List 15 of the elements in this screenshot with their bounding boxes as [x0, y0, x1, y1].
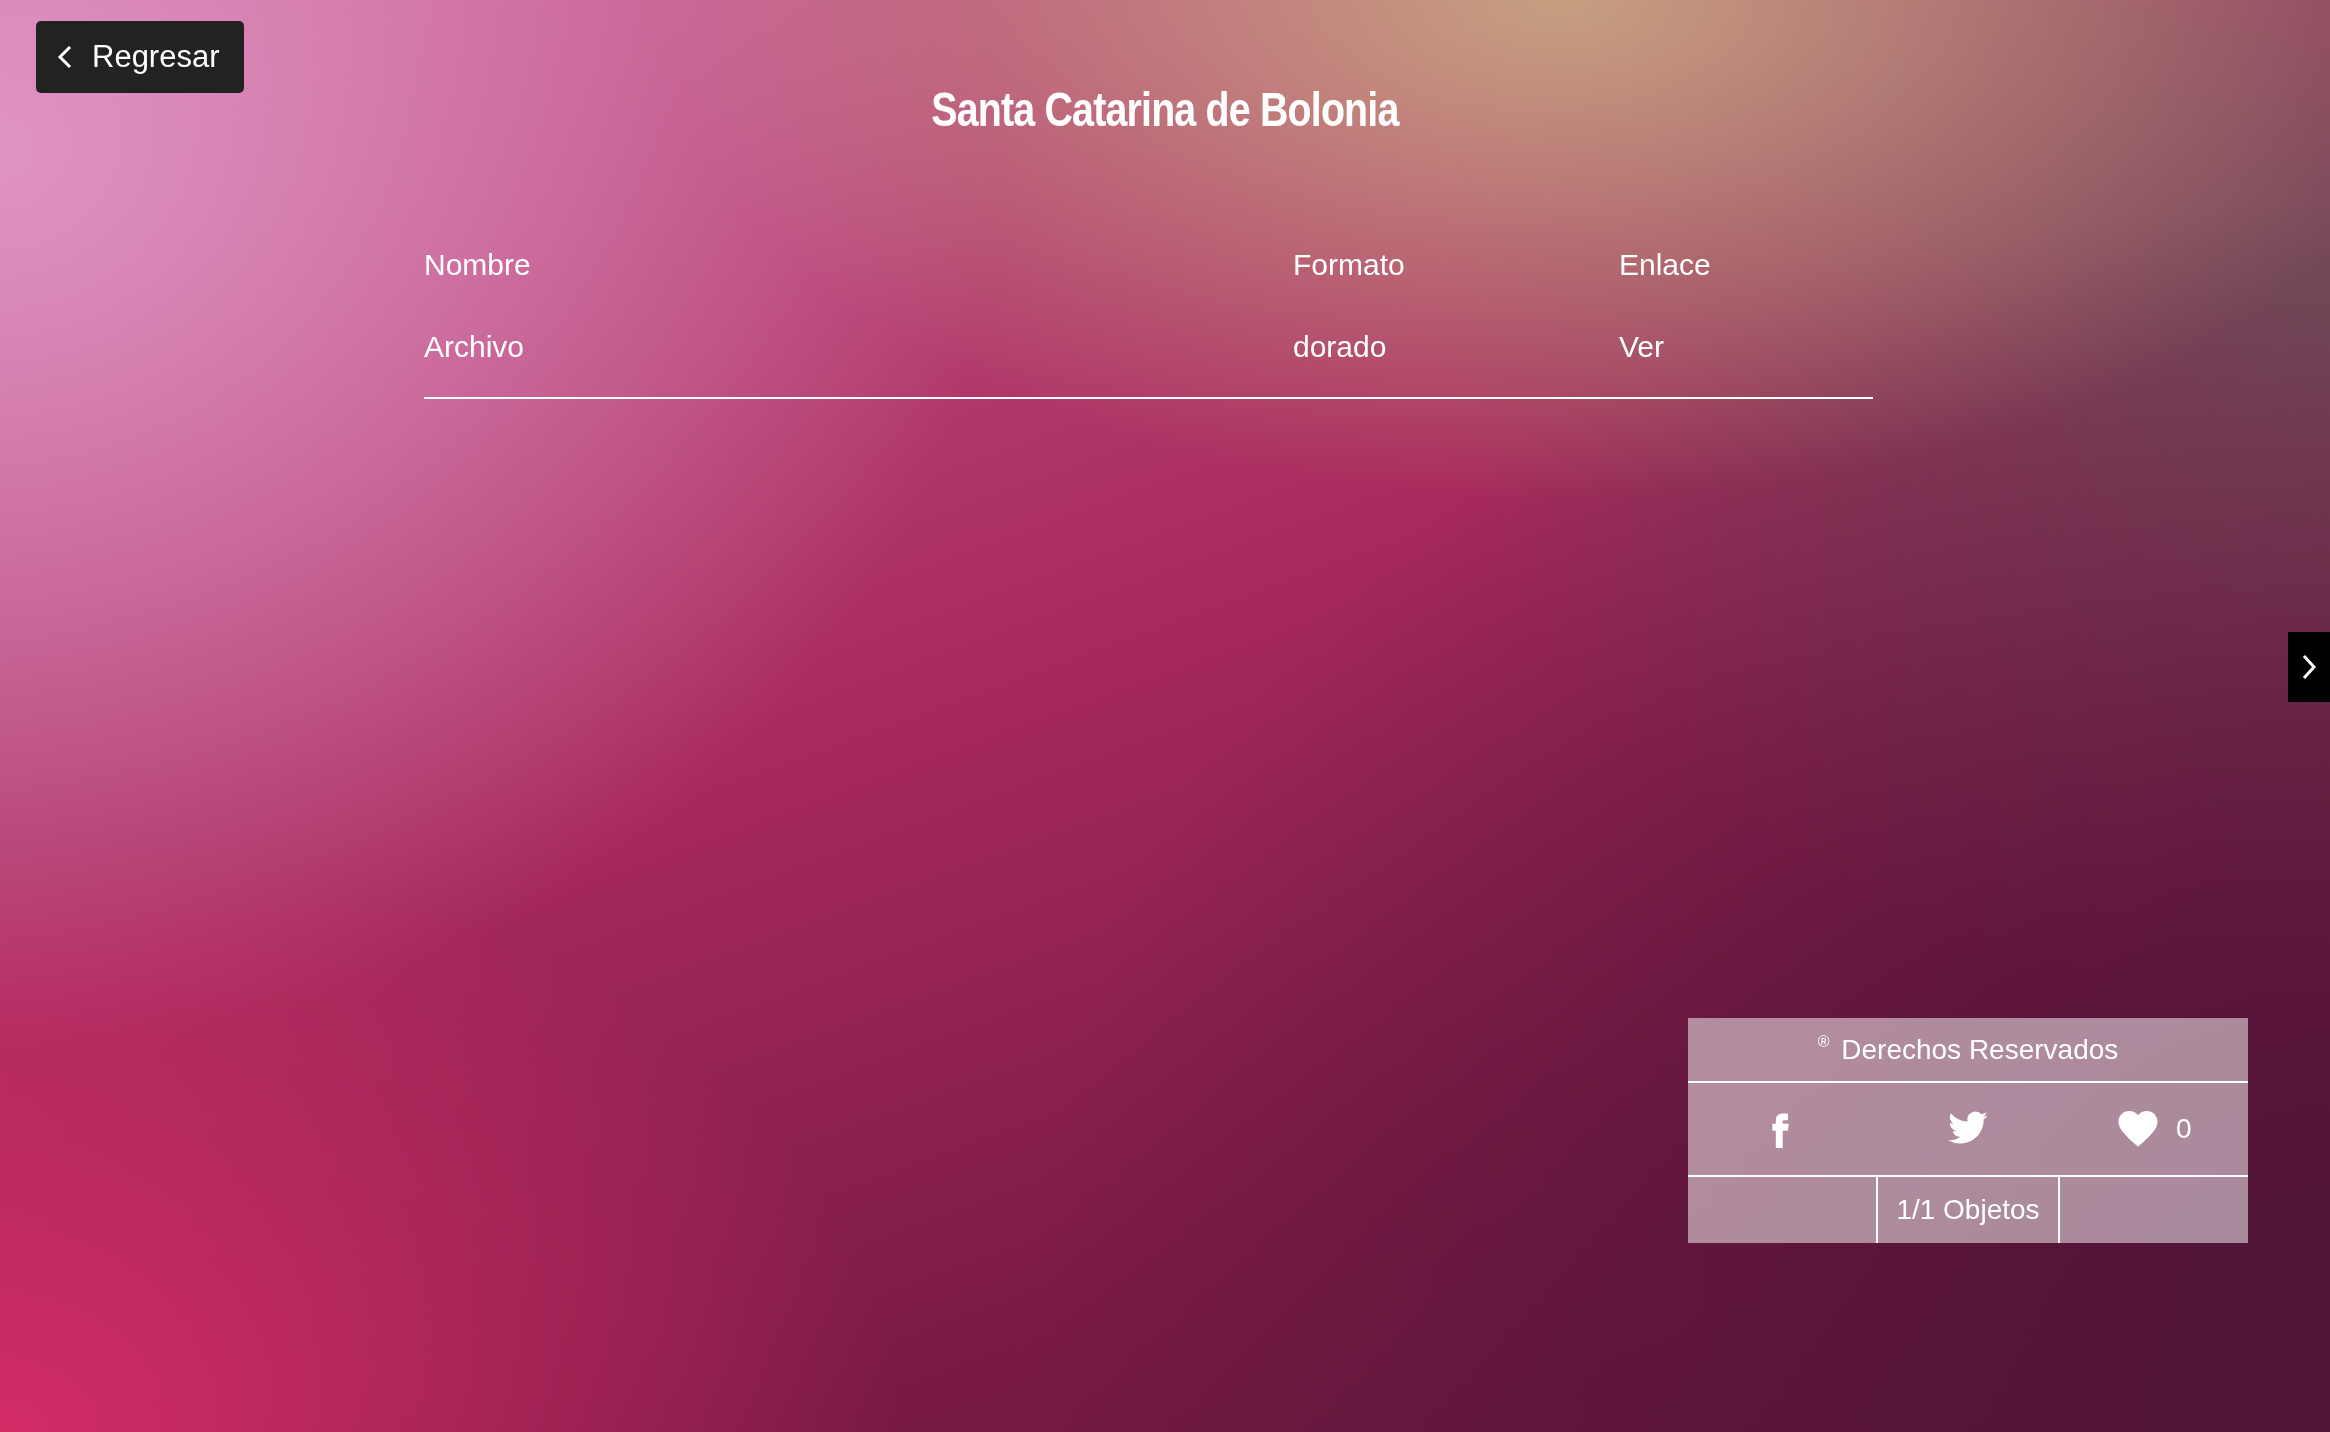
page-title: Santa Catarina de Bolonia: [931, 86, 1399, 134]
view-link[interactable]: Ver: [1619, 329, 1665, 363]
chevron-right-icon: [2301, 653, 2317, 681]
column-header: Nombre: [424, 247, 531, 281]
column-header: Enlace: [1619, 247, 1711, 281]
object-count: 1/1 Objetos: [1896, 1193, 2040, 1227]
like-count: 0: [2175, 1112, 2192, 1146]
back-button[interactable]: Regresar: [36, 21, 244, 93]
table-cell: dorado: [1293, 329, 1387, 363]
table-cell: Archivo: [424, 329, 525, 363]
column-header: Formato: [1293, 247, 1405, 281]
chevron-left-icon: [56, 44, 74, 70]
heart-icon[interactable]: [2117, 1111, 2158, 1147]
rights-text: $^{®}$ Derechos Reservados: [1817, 1032, 2119, 1067]
next-button[interactable]: [2288, 632, 2330, 702]
